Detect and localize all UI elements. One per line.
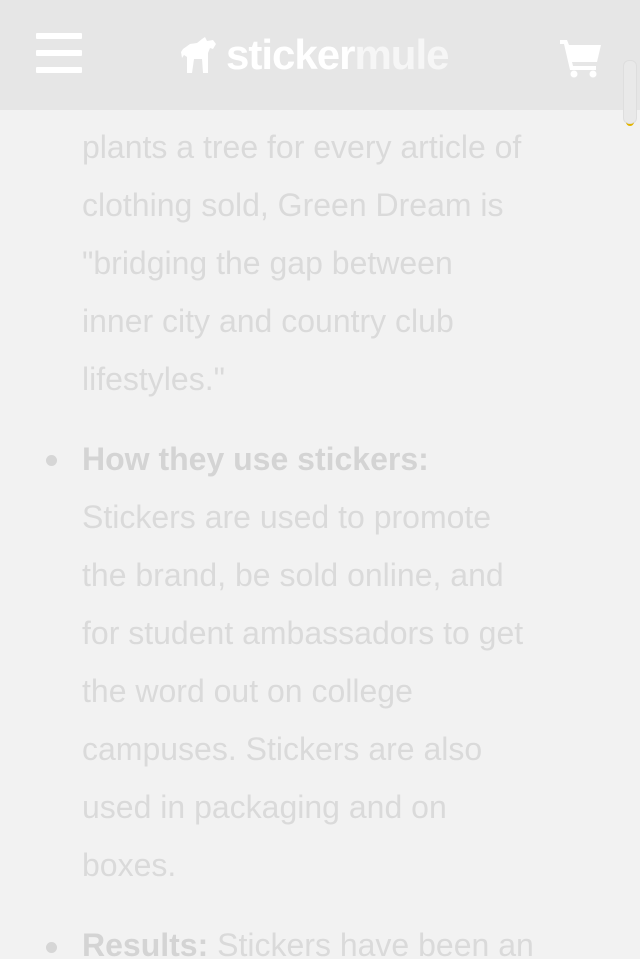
intro-line: clothing sold, Green Dream is <box>82 187 504 223</box>
usage-line: boxes. <box>82 847 177 883</box>
intro-line: "bridging the gap between <box>82 245 453 281</box>
brand-name-mule: mule <box>354 31 449 78</box>
results-text: Stickers have been an <box>217 927 534 959</box>
usage-line: campuses. Stickers are also <box>82 731 483 767</box>
stickermule-logo[interactable]: sticker mule <box>180 30 449 80</box>
usage-line: the word out on college <box>82 673 413 709</box>
brand-name-sticker: sticker <box>226 31 355 78</box>
list-bullet <box>46 455 57 466</box>
page: sticker mule plants a tree for every arti… <box>0 0 640 959</box>
usage-line: the brand, be sold online, and <box>82 557 504 593</box>
usage-list-item: How they use stickers: Stickers are used… <box>82 430 612 894</box>
results-heading: Results: <box>82 927 209 959</box>
shopping-cart-icon[interactable] <box>558 36 604 78</box>
scroll-indicator[interactable] <box>623 60 637 126</box>
intro-line: lifestyles." <box>82 361 225 397</box>
usage-line: used in packaging and on <box>82 789 447 825</box>
intro-paragraph: plants a tree for every article of cloth… <box>82 118 612 408</box>
intro-line: plants a tree for every article of <box>82 129 522 165</box>
site-header: sticker mule <box>0 0 640 110</box>
usage-line: Stickers are used to promote <box>82 499 492 535</box>
menu-bar <box>36 50 82 56</box>
menu-bar <box>36 33 82 39</box>
hamburger-menu-icon[interactable] <box>36 33 82 73</box>
list-bullet <box>46 942 57 953</box>
mule-logo-icon <box>181 37 216 73</box>
usage-heading: How they use stickers: <box>82 441 429 477</box>
usage-line: for student ambassadors to get <box>82 615 524 651</box>
intro-line: inner city and country club <box>82 303 454 339</box>
results-list-item: Results: Stickers have been an <box>82 916 612 959</box>
menu-bar <box>36 67 82 73</box>
